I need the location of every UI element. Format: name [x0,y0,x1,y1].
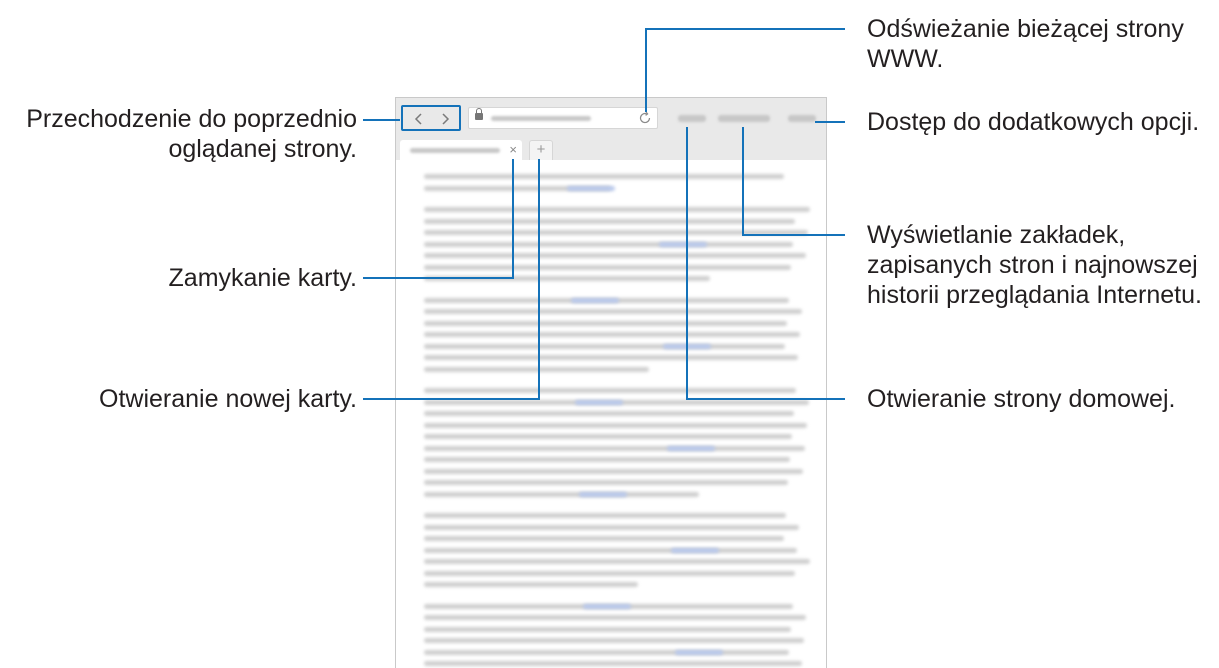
blurred-link [579,491,627,497]
blurred-link [671,547,719,553]
blurred-text-line [424,388,796,393]
chevron-left-icon [414,113,422,125]
blurred-text-line [424,615,806,620]
callout-back: Przechodzenie do poprzednio oglądanej st… [26,104,357,164]
leader-line-bookmarks [742,127,744,235]
navigation-buttons [401,105,461,131]
blurred-text-line [424,468,803,474]
chevron-right-icon [442,113,450,125]
blurred-link [583,603,631,609]
callout-bookmarks: Wyświetlanie zakładek, zapisanych stron … [867,220,1202,310]
leader-line-home-h [686,398,845,400]
callout-new-tab-line-1: Otwieranie nowej karty. [99,385,357,413]
blurred-text-line [424,513,786,518]
new-tab-button[interactable]: + [529,140,553,160]
blurred-text-line [424,547,797,553]
leader-line-new-tab-h [363,398,540,400]
leader-line-close-tab [512,159,514,279]
blurred-text-line [424,570,795,576]
blurred-link [575,399,623,405]
url-text [491,116,591,121]
callout-home-line-1: Otwieranie strony domowej. [867,385,1176,413]
blurred-text-line [424,582,638,587]
blurred-text-line [424,309,802,314]
callout-more-options: Dostęp do dodatkowych opcji. [867,107,1199,137]
callout-close-tab: Zamykanie karty. [169,263,357,293]
browser-tab[interactable]: × [400,140,522,160]
callout-new-tab: Otwieranie nowej karty. [99,384,357,414]
blurred-text-line [424,422,807,428]
blurred-text-line [424,649,789,655]
blurred-link [675,649,723,655]
leader-line-refresh [645,28,647,112]
blurred-text-line [424,174,784,179]
callout-close-tab-line-1: Zamykanie karty. [168,264,357,292]
blurred-text-line [424,434,792,439]
callout-back-line-1: Przechodzenie do poprzednio [26,105,357,133]
blurred-text-line [424,241,793,247]
leader-line-refresh-h [645,28,845,30]
leader-line-new-tab [538,159,540,400]
callout-refresh-line-1: Odświeżanie bieżącej strony [867,15,1184,43]
blurred-text-line [424,355,798,360]
blurred-text-line [424,366,649,372]
callout-home: Otwieranie strony domowej. [867,384,1175,414]
callout-more-options-line-1: Dostęp do dodatkowych opcji. [867,108,1200,136]
tab-title [410,148,500,153]
close-tab-button[interactable]: × [509,142,517,158]
blurred-text-line [424,343,785,349]
blurred-text-line [424,218,795,224]
more-options-button[interactable] [788,115,816,122]
callout-refresh: Odświeżanie bieżącej strony WWW. [867,14,1184,74]
blurred-text-line [424,411,794,416]
blurred-text-line [424,480,788,485]
blurred-text-line [424,457,790,462]
address-bar[interactable] [468,107,658,129]
callout-bookmarks-line-1: Wyświetlanie zakładek, [867,221,1126,249]
callout-back-line-2: oglądanej strony. [168,135,357,163]
blurred-link [659,241,707,247]
browser-screenshot: × + [395,97,827,668]
blurred-text-line [424,264,791,270]
blurred-text-line [424,491,699,497]
home-button[interactable] [678,115,706,122]
leader-line-home [686,127,688,400]
blurred-text-line [424,626,791,632]
blurred-text-line [424,253,806,258]
leader-line-close-tab-h [363,277,514,279]
bookmarks-button[interactable] [718,115,770,122]
blurred-text-line [424,638,804,643]
back-button[interactable] [409,111,429,127]
blurred-text-line [424,661,802,666]
blurred-text-line [424,332,800,337]
callout-bookmarks-line-3: historii przeglądania Internetu. [867,281,1202,309]
reload-icon[interactable] [638,111,652,125]
page-content [396,160,826,668]
blurred-link [667,445,715,451]
blurred-link [571,297,619,303]
leader-line-more-options [815,121,845,123]
callout-bookmarks-line-2: zapisanych stron i najnowszej [867,251,1198,279]
leader-line-back [363,119,400,121]
lock-icon [475,108,483,120]
blurred-text-line [424,207,810,212]
blurred-text-line [424,445,805,451]
browser-toolbar: × + [396,98,826,160]
blurred-text-line [424,524,799,530]
forward-button[interactable] [435,111,455,127]
blurred-text-line [424,559,810,564]
blurred-text-line [424,320,787,326]
callout-refresh-line-2: WWW. [867,45,944,73]
leader-line-bookmarks-h [742,234,845,236]
blurred-link [567,185,615,191]
blurred-text-line [424,536,784,541]
